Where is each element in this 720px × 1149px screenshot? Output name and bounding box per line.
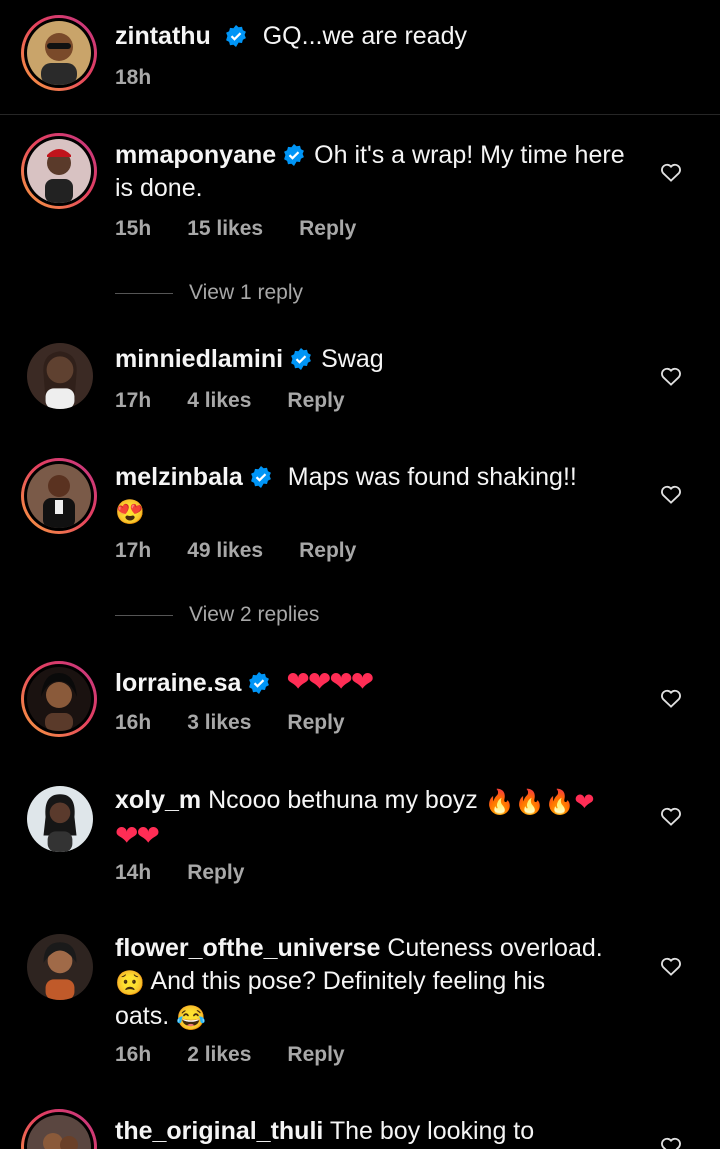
view-replies-label: View 2 replies <box>189 603 320 626</box>
timestamp: 17h <box>115 539 152 562</box>
like-heart-icon[interactable] <box>660 1136 682 1149</box>
verified-icon <box>250 466 271 488</box>
timestamp: 15h <box>115 217 152 240</box>
avatar[interactable] <box>21 1109 97 1149</box>
avatar-image <box>27 464 91 528</box>
comment-text: oats. <box>115 1002 170 1030</box>
comment-text: ❤❤❤❤ <box>286 666 374 697</box>
caption-text: GQ...we are ready <box>262 22 467 50</box>
username[interactable]: the_original_thuli <box>115 1117 323 1145</box>
likes-count[interactable]: 2 likes <box>187 1043 251 1067</box>
reply-button[interactable]: Reply <box>299 539 356 563</box>
username[interactable]: minniedlamini <box>115 345 283 373</box>
verified-icon <box>284 144 305 166</box>
like-heart-icon[interactable] <box>660 484 682 504</box>
worried-face-emoji: 😟 <box>115 970 145 997</box>
likes-count[interactable]: 15 likes <box>187 217 263 241</box>
comment-text: And this pose? Definitely feeling his <box>150 967 546 995</box>
comment-text: Swag <box>321 345 384 373</box>
username[interactable]: xoly_m <box>115 786 201 814</box>
divider <box>0 114 720 115</box>
reply-button[interactable]: Reply <box>287 389 344 413</box>
avatar[interactable] <box>21 661 97 737</box>
avatar[interactable] <box>27 934 93 1000</box>
timestamp: 18h <box>115 66 152 89</box>
view-replies-button[interactable]: View 1 reply <box>115 281 303 305</box>
timestamp: 16h <box>115 711 152 734</box>
username[interactable]: flower_ofthe_universe <box>115 934 380 962</box>
reply-button[interactable]: Reply <box>287 1043 344 1067</box>
timestamp: 16h <box>115 1043 152 1066</box>
avatar[interactable] <box>21 15 97 91</box>
likes-count[interactable]: 49 likes <box>187 539 263 563</box>
like-heart-icon[interactable] <box>660 162 682 182</box>
likes-count[interactable]: 3 likes <box>187 711 251 735</box>
divider <box>115 292 173 294</box>
username[interactable]: lorraine.sa <box>115 669 241 697</box>
timestamp: 14h <box>115 861 152 884</box>
comment-text: Ncooo bethuna my boyz <box>208 786 478 814</box>
avatar-image <box>27 786 93 852</box>
view-replies-label: View 1 reply <box>189 281 304 304</box>
comment-text: Cuteness overload. <box>387 934 603 962</box>
avatar[interactable] <box>21 133 97 209</box>
avatar-image <box>27 139 91 203</box>
reply-button[interactable]: Reply <box>299 217 356 241</box>
avatar[interactable] <box>27 343 93 409</box>
like-heart-icon[interactable] <box>660 806 682 826</box>
like-heart-icon[interactable] <box>660 366 682 386</box>
likes-count[interactable]: 4 likes <box>187 389 251 413</box>
verified-icon <box>249 672 270 694</box>
verified-icon <box>225 25 246 47</box>
timestamp: 17h <box>115 389 152 412</box>
username[interactable]: mmaponyane <box>115 141 276 169</box>
view-replies-button[interactable]: View 2 replies <box>115 603 319 627</box>
reply-button[interactable]: Reply <box>187 861 244 885</box>
fire-emoji: 🔥🔥🔥❤ <box>484 789 595 816</box>
avatar[interactable] <box>27 786 93 852</box>
avatar-image <box>27 1115 91 1149</box>
like-heart-icon[interactable] <box>660 956 682 976</box>
avatar[interactable] <box>21 458 97 534</box>
avatar-image <box>27 934 93 1000</box>
comment-text: Maps was found shaking!! <box>287 463 577 491</box>
avatar-image <box>27 21 91 85</box>
smiling-heart-eyes-emoji: 😍 <box>115 499 145 526</box>
comment-text: The boy looking to <box>329 1117 535 1145</box>
username[interactable]: melzinbala <box>115 463 243 491</box>
like-heart-icon[interactable] <box>660 688 682 708</box>
divider <box>115 614 173 616</box>
heart-emoji: ❤❤ <box>115 820 160 851</box>
verified-icon <box>291 348 311 370</box>
avatar-image <box>27 667 91 731</box>
username[interactable]: zintathu <box>115 22 211 50</box>
avatar-image <box>27 343 93 409</box>
laughing-face-emoji: 😂 <box>176 1005 207 1032</box>
reply-button[interactable]: Reply <box>287 711 344 735</box>
